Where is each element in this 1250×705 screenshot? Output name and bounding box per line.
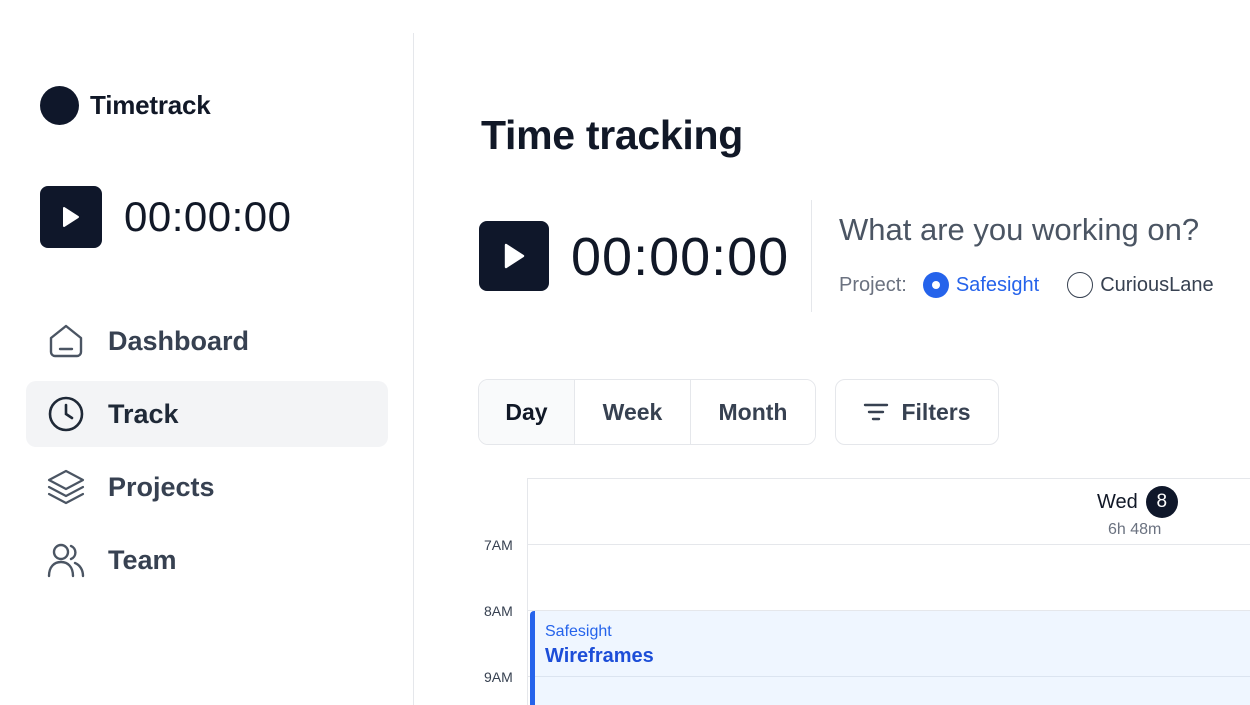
view-month-button[interactable]: Month [690, 380, 815, 444]
clock-icon [46, 394, 86, 434]
sidebar-timer-display: 00:00:00 [124, 193, 292, 240]
brand[interactable]: Timetrack [40, 86, 211, 125]
timer-display: 00:00:00 [571, 227, 790, 287]
layers-icon [46, 467, 86, 507]
hour-label: 7AM [484, 537, 513, 553]
sidebar-nav: Dashboard Track Projects Team [26, 308, 388, 600]
sidebar-item-label: Projects [108, 471, 215, 502]
event-title: Wireframes [545, 645, 654, 667]
brand-name: Timetrack [90, 90, 211, 120]
day-total-duration: 6h 48m [1108, 521, 1162, 538]
sidebar-play-button[interactable] [40, 186, 102, 248]
sidebar-divider [413, 33, 414, 705]
users-icon [46, 540, 86, 580]
sidebar: Timetrack 00:00:00 Dashboard Track Proje… [0, 0, 413, 705]
start-timer-button[interactable] [479, 221, 549, 291]
project-option-label: Safesight [955, 273, 1040, 296]
home-icon [46, 321, 86, 361]
app-root: Timetrack 00:00:00 Dashboard Track Proje… [0, 0, 1250, 705]
day-number-badge: 8 [1145, 486, 1178, 518]
project-selector: Project: Safesight CuriousLane [839, 272, 1242, 298]
timer-divider [811, 200, 812, 312]
hour-label: 9AM [484, 669, 513, 685]
view-toggle: Day Week Month [478, 379, 816, 445]
time-entry-event[interactable]: Safesight Wireframes [530, 611, 1250, 705]
project-option-label: CuriousLane [1100, 273, 1214, 296]
hour-gridline [527, 544, 1250, 545]
filters-label: Filters [901, 398, 971, 425]
radio-unchecked[interactable] [1067, 272, 1094, 298]
sidebar-item-track[interactable]: Track [26, 381, 388, 447]
project-option-safesight[interactable]: Safesight [922, 272, 1040, 298]
sidebar-timer: 00:00:00 [40, 186, 292, 248]
sidebar-item-label: Team [108, 544, 177, 575]
project-option-curiouslane[interactable]: CuriousLane [1067, 272, 1214, 298]
sidebar-item-team[interactable]: Team [26, 527, 388, 593]
sidebar-item-projects[interactable]: Projects [26, 454, 388, 520]
page-title: Time tracking [481, 112, 743, 158]
radio-checked[interactable] [922, 272, 949, 298]
filter-icon [864, 403, 889, 421]
sidebar-item-dashboard[interactable]: Dashboard [26, 308, 388, 374]
view-day-button[interactable]: Day [479, 380, 574, 444]
sidebar-item-label: Track [108, 398, 179, 429]
event-hour-gridline [535, 676, 1250, 677]
hour-label: 8AM [484, 603, 513, 619]
view-week-button[interactable]: Week [574, 380, 690, 444]
day-name: Wed [1097, 490, 1138, 513]
sidebar-item-label: Dashboard [108, 325, 250, 356]
day-header[interactable]: Wed 8 [1097, 486, 1178, 518]
play-icon [504, 243, 525, 269]
play-icon [63, 207, 79, 227]
task-description-input[interactable] [839, 212, 1250, 248]
project-label: Project: [839, 273, 907, 296]
event-project: Safesight [545, 623, 612, 640]
filters-button[interactable]: Filters [835, 379, 999, 445]
brand-logo [40, 86, 79, 125]
